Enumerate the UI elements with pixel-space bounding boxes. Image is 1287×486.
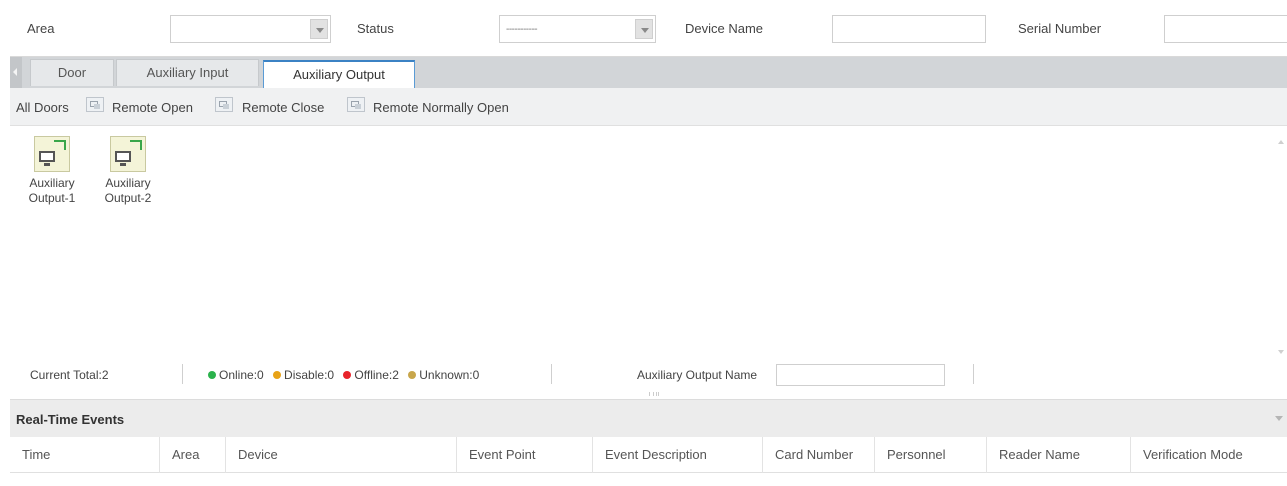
device-label: Auxiliary Output-1 — [28, 176, 76, 205]
column-event-description[interactable]: Event Description — [593, 437, 763, 473]
current-total: Current Total:2 — [30, 368, 109, 382]
column-area[interactable]: Area — [160, 437, 226, 473]
tab-auxiliary-input[interactable]: Auxiliary Input — [116, 59, 259, 86]
status-select-value: ----------- — [506, 24, 538, 35]
disable-count: Disable:0 — [284, 368, 335, 382]
device-name-input[interactable] — [832, 15, 986, 43]
status-dropdown-chevron-icon[interactable] — [635, 19, 653, 39]
remote-open-icon[interactable] — [86, 97, 104, 112]
auxiliary-output-icon[interactable] — [34, 136, 70, 172]
disable-status-icon — [273, 370, 282, 379]
column-personnel[interactable]: Personnel — [875, 437, 987, 473]
auxiliary-output-icon[interactable] — [110, 136, 146, 172]
tab-door[interactable]: Door — [30, 59, 114, 86]
column-time[interactable]: Time — [10, 437, 160, 473]
all-doors-label[interactable]: All Doors — [16, 100, 69, 115]
tab-scroll-left-icon[interactable] — [10, 57, 22, 88]
scroll-up-icon[interactable] — [1278, 140, 1284, 144]
area-select[interactable] — [170, 15, 331, 43]
unknown-count: Unknown:0 — [419, 368, 480, 382]
device-panel: Auxiliary Output-1 Auxiliary Output-2 Cu… — [10, 126, 1287, 389]
scroll-down-icon[interactable] — [1278, 350, 1284, 354]
column-reader-name[interactable]: Reader Name — [987, 437, 1131, 473]
collapse-chevron-icon[interactable] — [1275, 416, 1283, 421]
remote-close-button[interactable]: Remote Close — [242, 100, 324, 115]
filter-bar: Area Status ----------- Device Name Seri… — [10, 0, 1287, 57]
remote-open-button[interactable]: Remote Open — [112, 100, 193, 115]
remote-normally-open-button[interactable]: Remote Normally Open — [373, 100, 509, 115]
status-bar: Current Total:2 Online:0 Disable:0 Offli… — [10, 360, 1270, 386]
panel-splitter[interactable] — [10, 389, 1287, 399]
device-status-legend: Online:0 Disable:0 Offline:2 Unknown:0 — [208, 368, 485, 382]
remote-close-icon[interactable] — [215, 97, 233, 112]
device-panel-scrollbar[interactable] — [1275, 126, 1287, 376]
device-name-label: Device Name — [685, 21, 764, 36]
remote-normally-open-icon[interactable] — [347, 97, 365, 112]
column-event-point[interactable]: Event Point — [457, 437, 593, 473]
real-time-events-title: Real-Time Events — [16, 412, 125, 427]
device-label: Auxiliary Output-2 — [104, 176, 152, 205]
unknown-status-icon — [408, 370, 417, 379]
splitter-grip-icon[interactable] — [649, 392, 659, 396]
column-device[interactable]: Device — [226, 437, 457, 473]
events-table-header: Time Area Device Event Point Event Descr… — [10, 437, 1287, 473]
device-auxiliary-output-1[interactable]: Auxiliary Output-1 — [22, 136, 82, 206]
offline-status-icon — [343, 370, 352, 379]
area-dropdown-chevron-icon[interactable] — [310, 19, 328, 39]
area-label: Area — [27, 21, 55, 36]
toolbar: All Doors Remote Open Remote Close Remot… — [10, 88, 1287, 126]
status-select[interactable]: ----------- — [499, 15, 656, 43]
column-verification-mode[interactable]: Verification Mode — [1131, 437, 1287, 473]
device-auxiliary-output-2[interactable]: Auxiliary Output-2 — [98, 136, 158, 206]
offline-count: Offline:2 — [354, 368, 399, 382]
online-status-icon — [208, 370, 216, 379]
tab-bar: Door Auxiliary Input Auxiliary Output — [10, 57, 1287, 88]
serial-number-input[interactable] — [1164, 15, 1287, 43]
status-label: Status — [357, 21, 394, 36]
serial-number-label: Serial Number — [1018, 21, 1102, 36]
online-count: Online:0 — [219, 368, 264, 382]
auxiliary-output-name-label: Auxiliary Output Name — [637, 368, 758, 382]
column-card-number[interactable]: Card Number — [763, 437, 875, 473]
tab-auxiliary-output[interactable]: Auxiliary Output — [263, 60, 415, 88]
real-time-events-header: Real-Time Events — [10, 399, 1287, 437]
auxiliary-output-name-input[interactable] — [776, 364, 945, 386]
